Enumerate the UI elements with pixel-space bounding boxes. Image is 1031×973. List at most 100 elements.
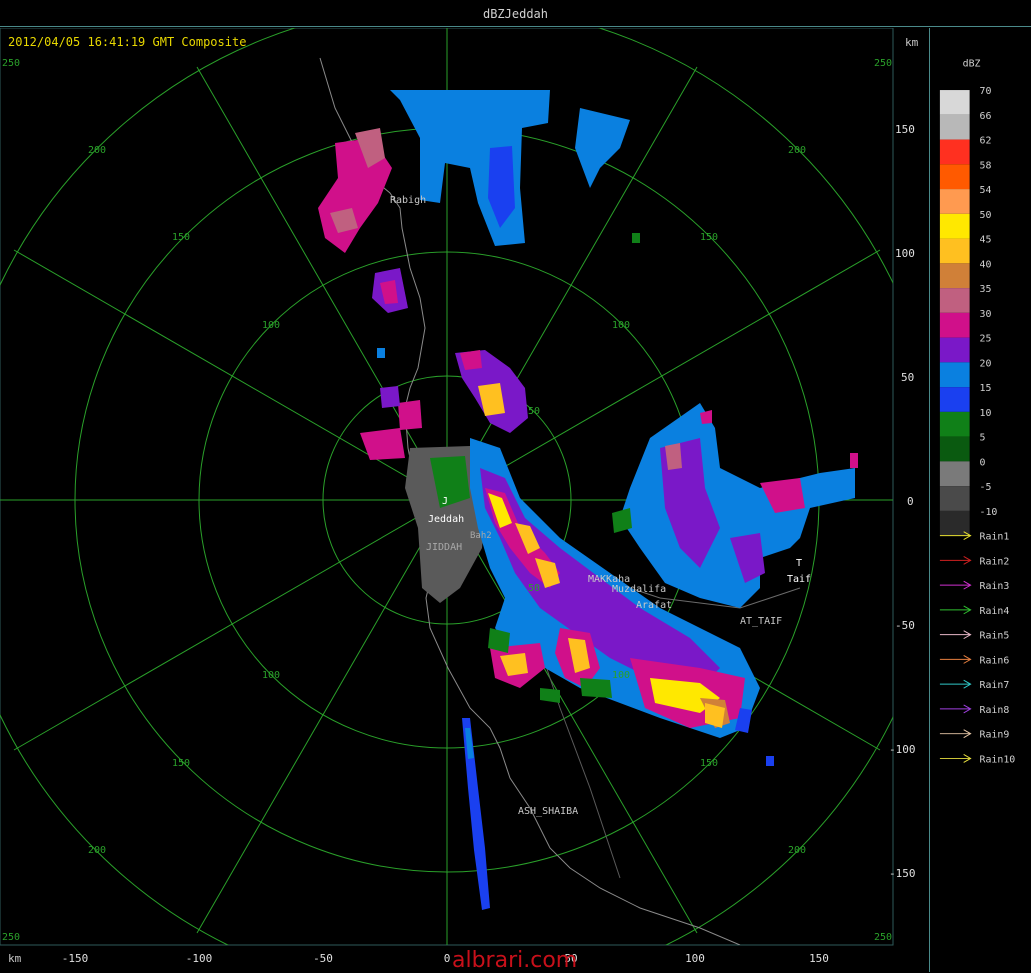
ring-label-50-se: 50	[528, 583, 540, 594]
dbz-swatch	[939, 238, 970, 264]
dbz-color-scale: 706662585450454035302520151050-5-10	[939, 86, 998, 536]
place-jiddah: JIDDAH	[426, 542, 462, 553]
dbz-swatch	[939, 461, 970, 487]
ring-label-200-ne: 200	[788, 145, 806, 156]
dbz-swatch	[939, 213, 970, 239]
dbz-swatch	[939, 312, 970, 338]
dbz-swatch	[939, 90, 970, 115]
bottom-tick-neg100: -100	[186, 952, 213, 965]
dbz-swatch	[939, 337, 970, 363]
bottom-tick-150: 150	[809, 952, 829, 965]
dbz-level-label: 50	[980, 210, 992, 221]
rain-track-label: Rain8	[980, 705, 1010, 716]
ring-label-150-ne: 150	[700, 232, 718, 243]
bottom-axis-ticks: -150 -100 -50 0 50 100 150	[62, 952, 829, 965]
ring-label-200-sw: 200	[88, 845, 106, 856]
dbz-level-label: 62	[980, 136, 992, 147]
rain-track-label: Rain6	[980, 655, 1010, 666]
corner-label-nw: 250	[2, 58, 20, 69]
ring-label-100-nw: 100	[262, 320, 280, 331]
right-tick-neg100: -100	[889, 743, 916, 756]
dbz-level-label: 54	[980, 185, 992, 196]
rain-track-label: Rain3	[980, 581, 1010, 592]
scan-timestamp: 2012/04/05 16:41:19 GMT Composite	[8, 35, 246, 49]
dbz-swatch	[939, 288, 970, 313]
rain-track-label: Rain2	[980, 556, 1010, 567]
place-t-marker: T	[796, 558, 802, 569]
dbz-level-label: 66	[980, 111, 992, 122]
rain-track-label: Rain9	[980, 730, 1010, 741]
dbz-swatch	[939, 387, 970, 412]
dbz-swatch	[939, 411, 970, 437]
dbz-level-label: 35	[980, 284, 992, 295]
corner-label-sw: 250	[2, 932, 20, 943]
dbz-level-label: 15	[980, 383, 992, 394]
dbz-swatch	[939, 486, 970, 511]
dbz-swatch	[939, 263, 970, 289]
bottom-tick-100: 100	[685, 952, 705, 965]
corner-label-se: 250	[874, 932, 892, 943]
rain-track-legend: Rain1 Rain2 Rain3 Rain4 Rain5 Rain6 Rain7 Rain8…	[939, 531, 1016, 765]
rain-track-label: Rain1	[980, 532, 1010, 543]
dbz-level-label: 5	[980, 433, 986, 444]
place-muzdalifa: Muzdalifa	[612, 584, 666, 595]
ring-label-150-nw: 150	[172, 232, 190, 243]
km-unit-top: km	[905, 36, 919, 49]
legend-title: dBZ	[963, 58, 981, 69]
corner-label-ne: 250	[874, 58, 892, 69]
dbz-level-label: 30	[980, 309, 992, 320]
dbz-level-label: 20	[980, 358, 992, 369]
dbz-swatch	[939, 164, 970, 190]
dbz-swatch	[939, 436, 970, 462]
ring-label-200-se: 200	[788, 845, 806, 856]
right-tick-neg150: -150	[889, 867, 916, 880]
dbz-level-label: 70	[980, 86, 992, 97]
place-arafat: Arafat	[636, 600, 672, 611]
right-tick-neg50: -50	[895, 619, 915, 632]
ring-label-100-ne: 100	[612, 320, 630, 331]
dbz-swatch	[939, 510, 970, 536]
right-tick-150: 150	[895, 123, 915, 136]
place-taif: Taif	[787, 574, 811, 585]
right-tick-50: 50	[901, 371, 914, 384]
watermark: albrari.com	[452, 948, 578, 973]
dbz-level-label: 58	[980, 160, 992, 171]
dbz-level-label: -5	[980, 482, 992, 493]
ring-label-50-ne: 50	[528, 406, 540, 417]
ring-label-100-se: 100	[612, 670, 630, 681]
km-unit-bottom: km	[8, 952, 22, 965]
dbz-level-label: 40	[980, 259, 992, 270]
radar-ppi-display[interactable]: 2012/04/05 16:41:19 GMT Composite km 150…	[0, 28, 929, 972]
window-title: dBZJeddah	[482, 7, 549, 21]
rain-track-label: Rain5	[980, 631, 1010, 642]
dbz-level-label: -10	[980, 507, 998, 518]
place-ash-shaiba: ASH_SHAIBA	[518, 806, 578, 817]
dbz-level-label: 45	[980, 235, 992, 246]
rain-track-label: Rain4	[980, 606, 1010, 617]
bottom-tick-0: 0	[444, 952, 451, 965]
dbz-level-label: 0	[980, 457, 986, 468]
ring-label-150-se: 150	[700, 758, 718, 769]
title-bar: dBZJeddah	[0, 0, 1031, 27]
dbz-swatch	[939, 362, 970, 388]
right-tick-0: 0	[907, 495, 914, 508]
ring-label-100-sw: 100	[262, 670, 280, 681]
dbz-swatch	[939, 139, 970, 165]
bottom-tick-neg150: -150	[62, 952, 89, 965]
dbz-swatch	[939, 114, 970, 140]
ring-label-200-nw: 200	[88, 145, 106, 156]
dbz-level-label: 25	[980, 334, 992, 345]
rain-track-label: Rain10	[980, 754, 1016, 765]
legend-panel: dBZ 706662585450454035302520151050-5-10 …	[929, 28, 1016, 972]
place-rabigh: Rabigh	[390, 195, 426, 206]
dbz-level-label: 10	[980, 408, 992, 419]
place-at-taif: AT_TAIF	[740, 616, 782, 627]
rain-track-label: Rain7	[980, 680, 1010, 691]
ring-label-150-sw: 150	[172, 758, 190, 769]
place-bah2: Bah2	[470, 531, 492, 541]
dbz-swatch	[939, 189, 970, 214]
right-tick-100: 100	[895, 247, 915, 260]
bottom-tick-neg50: -50	[313, 952, 333, 965]
place-jeddah: Jeddah	[428, 514, 464, 525]
place-j-marker: J	[442, 496, 448, 507]
